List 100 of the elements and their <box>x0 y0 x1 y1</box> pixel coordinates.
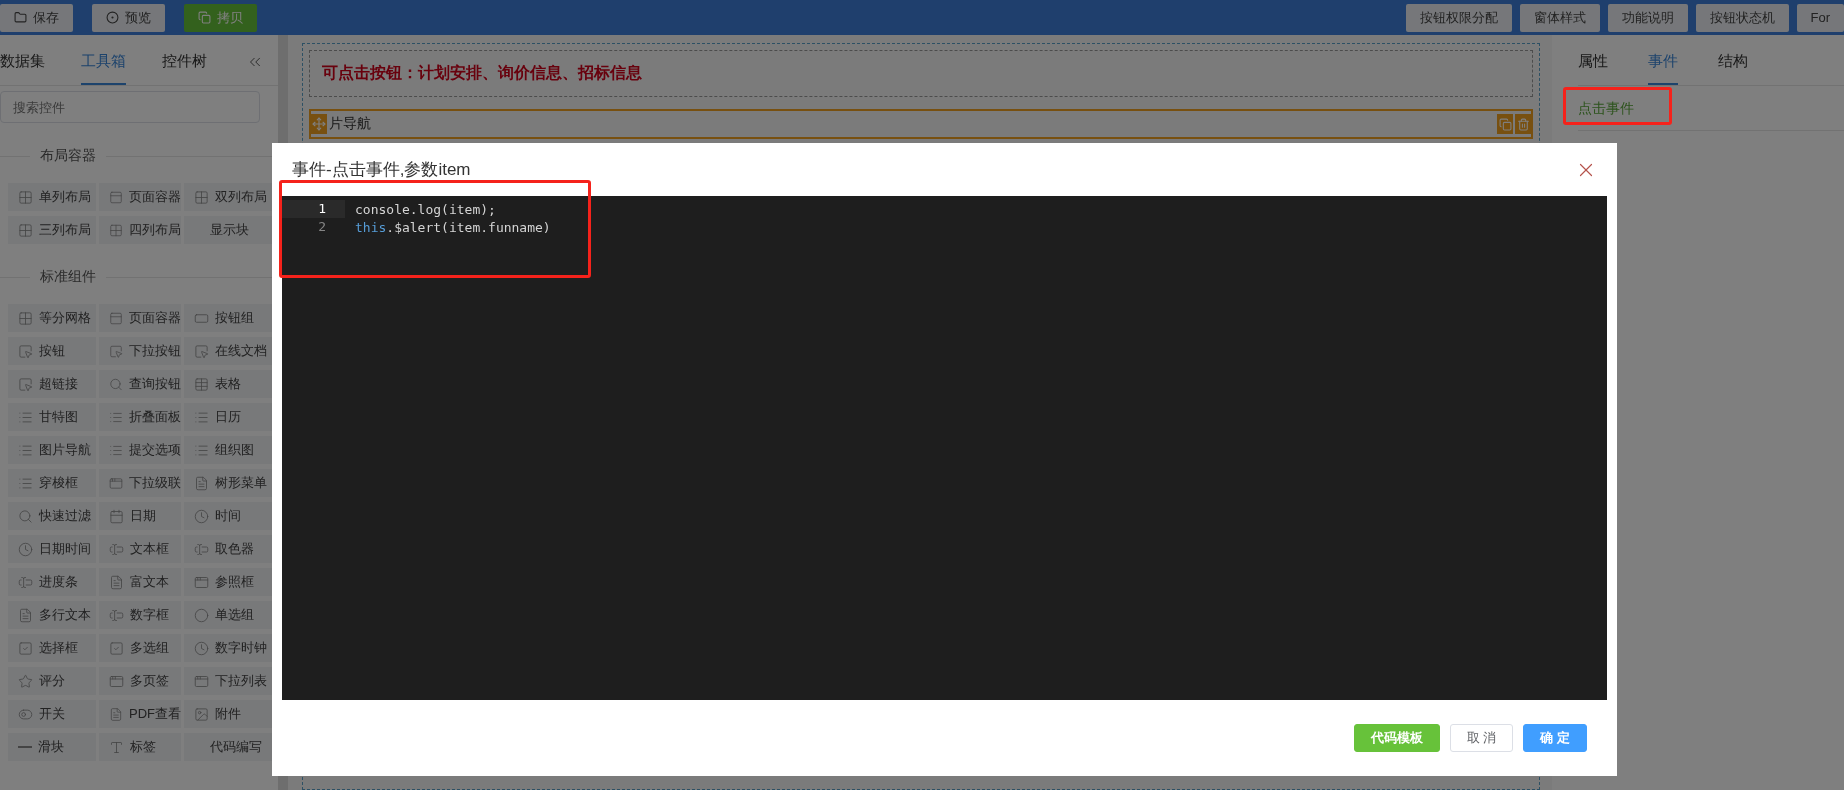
component-item[interactable]: 选择框 <box>8 634 96 662</box>
component-item[interactable]: 按钮 <box>8 337 96 365</box>
checkbox-icon <box>109 640 124 656</box>
document-icon <box>18 607 33 623</box>
component-item[interactable]: 数字时钟 <box>184 634 272 662</box>
component-item[interactable]: 富文本 <box>99 568 181 596</box>
component-item[interactable]: 标签 <box>99 733 181 761</box>
pointer-icon <box>109 343 123 359</box>
component-item[interactable]: 多行文本 <box>8 601 96 629</box>
component-item[interactable]: 折叠面板 <box>99 403 181 431</box>
panel-tab[interactable]: 属性 <box>1578 52 1608 85</box>
component-item[interactable]: 显示块 <box>184 216 272 244</box>
text-icon <box>109 739 124 755</box>
component-item[interactable]: 取色器 <box>184 535 272 563</box>
component-item[interactable]: 时间 <box>184 502 272 530</box>
section-title: 标准组件 <box>40 268 96 286</box>
sidebar-tab[interactable]: 控件树 <box>162 52 207 85</box>
preview-icon <box>106 11 119 24</box>
input-icon <box>18 574 33 590</box>
dialog-button[interactable]: 代码模板 <box>1353 724 1440 752</box>
component-item[interactable]: 多页签 <box>99 667 181 695</box>
list-icon <box>194 442 209 458</box>
sidebar-tab[interactable]: 工具箱 <box>81 52 126 85</box>
toolbar-button[interactable]: 拷贝 <box>184 3 257 32</box>
move-icon[interactable] <box>311 114 327 134</box>
component-item[interactable]: 多选组 <box>99 634 181 662</box>
event-item[interactable]: 点击事件 <box>1578 86 1844 131</box>
component-item[interactable]: 滑块 <box>8 733 96 761</box>
component-item[interactable]: 参照框 <box>184 568 272 596</box>
pointer-icon <box>18 343 33 359</box>
clock-icon <box>18 541 33 557</box>
component-item[interactable]: 提交选项 <box>99 436 181 464</box>
block-title: 片导航 <box>329 115 371 133</box>
code-editor[interactable]: 1 console.log(item); 2 this.$alert(item.funname) <box>282 196 1607 700</box>
list-icon <box>18 475 33 491</box>
component-item[interactable]: 开关 <box>8 700 96 728</box>
toolbar-button[interactable]: 按钮权限分配 <box>1405 3 1512 32</box>
pointer-icon <box>194 343 209 359</box>
component-item[interactable]: 在线文档 <box>184 337 272 365</box>
component-item[interactable]: 文本框 <box>99 535 181 563</box>
component-item[interactable]: 双列布局 <box>184 183 272 211</box>
component-item[interactable]: 页面容器 <box>99 183 181 211</box>
panel-tab[interactable]: 事件 <box>1648 52 1678 85</box>
component-item[interactable]: 查询按钮 <box>99 370 181 398</box>
component-item[interactable]: 下拉列表 <box>184 667 272 695</box>
toolbar-button[interactable]: 窗体样式 <box>1519 3 1600 32</box>
component-item[interactable]: 数字框 <box>99 601 181 629</box>
component-item[interactable]: 四列布局 <box>99 216 181 244</box>
component-item[interactable]: 日期 <box>99 502 181 530</box>
component-item[interactable]: 附件 <box>184 700 272 728</box>
search-field[interactable]: 搜索控件 <box>0 91 260 123</box>
line-number: 2 <box>317 218 327 236</box>
component-item[interactable]: 三列布局 <box>8 216 96 244</box>
clock-icon <box>194 640 209 656</box>
grid-icon <box>194 189 209 205</box>
component-item[interactable]: 快速过滤 <box>8 502 96 530</box>
component-item[interactable]: 组织图 <box>184 436 272 464</box>
component-item[interactable]: 单选组 <box>184 601 272 629</box>
component-item[interactable]: 图片导航 <box>8 436 96 464</box>
component-item[interactable]: 评分 <box>8 667 96 695</box>
component-item[interactable]: 按钮组 <box>184 304 272 332</box>
star-icon <box>18 673 33 689</box>
toggle-icon <box>18 706 33 722</box>
component-item[interactable]: 表格 <box>184 370 272 398</box>
toolbar-button[interactable]: 功能说明 <box>1607 3 1688 32</box>
component-item[interactable]: 单列布局 <box>8 183 96 211</box>
code-line: this.$alert(item.funname) <box>354 219 551 235</box>
toolbar-button[interactable]: 保存 <box>0 3 73 32</box>
component-item[interactable]: 日期时间 <box>8 535 96 563</box>
table-icon <box>194 376 209 392</box>
component-item[interactable]: PDF查看 <box>99 700 181 728</box>
component-item[interactable]: 下拉级联 <box>99 469 181 497</box>
sidebar-tab[interactable]: 数据集 <box>0 52 45 85</box>
banner-text: 可点击按钮：计划安排、询价信息、招标信息 <box>322 63 643 83</box>
component-item[interactable]: 日历 <box>184 403 272 431</box>
panel-icon <box>109 189 123 205</box>
window-icon <box>194 574 209 590</box>
toolbar-button[interactable]: 预览 <box>92 3 165 32</box>
component-item[interactable]: 甘特图 <box>8 403 96 431</box>
window-icon <box>194 673 209 689</box>
toolbar-button[interactable]: For <box>1796 3 1844 32</box>
dialog-button[interactable]: 确 定 <box>1523 724 1587 752</box>
delete-icon[interactable] <box>1515 114 1531 134</box>
component-item[interactable]: 超链接 <box>8 370 96 398</box>
window-icon <box>109 673 124 689</box>
component-item[interactable]: 页面容器 <box>99 304 181 332</box>
window-icon <box>109 475 123 491</box>
component-item[interactable]: 等分网格 <box>8 304 96 332</box>
copy-icon <box>198 11 211 24</box>
toolbar-button[interactable]: 按钮状态机 <box>1695 3 1789 32</box>
component-item[interactable]: 树形菜单 <box>184 469 272 497</box>
panel-tab[interactable]: 结构 <box>1718 52 1748 85</box>
component-item[interactable]: 下拉按钮 <box>99 337 181 365</box>
document-icon <box>109 706 123 722</box>
copy-icon[interactable] <box>1497 114 1513 134</box>
grid-icon <box>18 189 33 205</box>
component-item[interactable]: 代码编写 <box>184 733 272 761</box>
component-item[interactable]: 穿梭框 <box>8 469 96 497</box>
dialog-button[interactable]: 取 消 <box>1449 724 1514 752</box>
component-item[interactable]: 进度条 <box>8 568 96 596</box>
